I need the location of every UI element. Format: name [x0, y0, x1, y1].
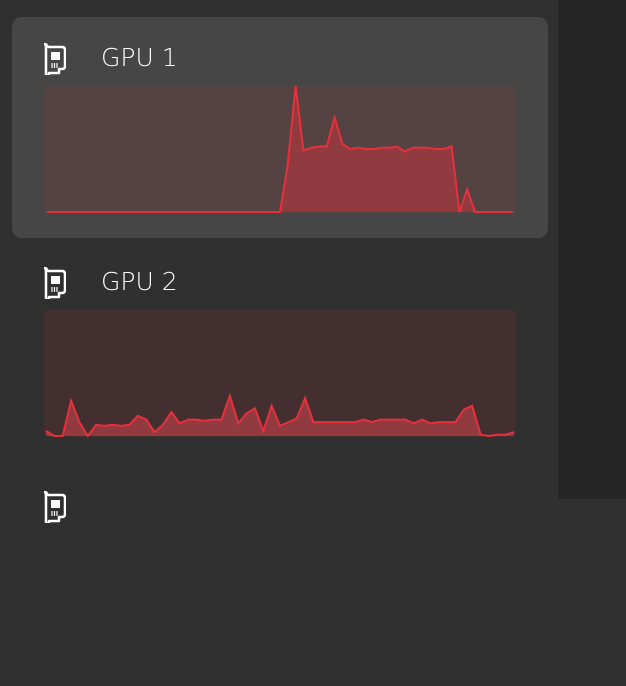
sidebar-item-drive[interactable] [12, 465, 548, 686]
usage-graph [44, 85, 516, 213]
drive-icon [43, 489, 67, 525]
gpu-icon [43, 41, 67, 77]
usage-graph [44, 309, 516, 437]
sidebar-item-gpu-1[interactable]: GPU 1 [12, 17, 548, 238]
sidebar-item-label: GPU 2 [101, 267, 178, 296]
main-panel [558, 0, 626, 499]
sidebar: GPU 1 GPU 2 [0, 0, 558, 525]
usage-area [46, 395, 514, 436]
gpu-icon [43, 265, 67, 301]
sidebar-item-gpu-2[interactable]: GPU 2 [12, 241, 548, 462]
sidebar-item-label: GPU 1 [101, 43, 178, 72]
